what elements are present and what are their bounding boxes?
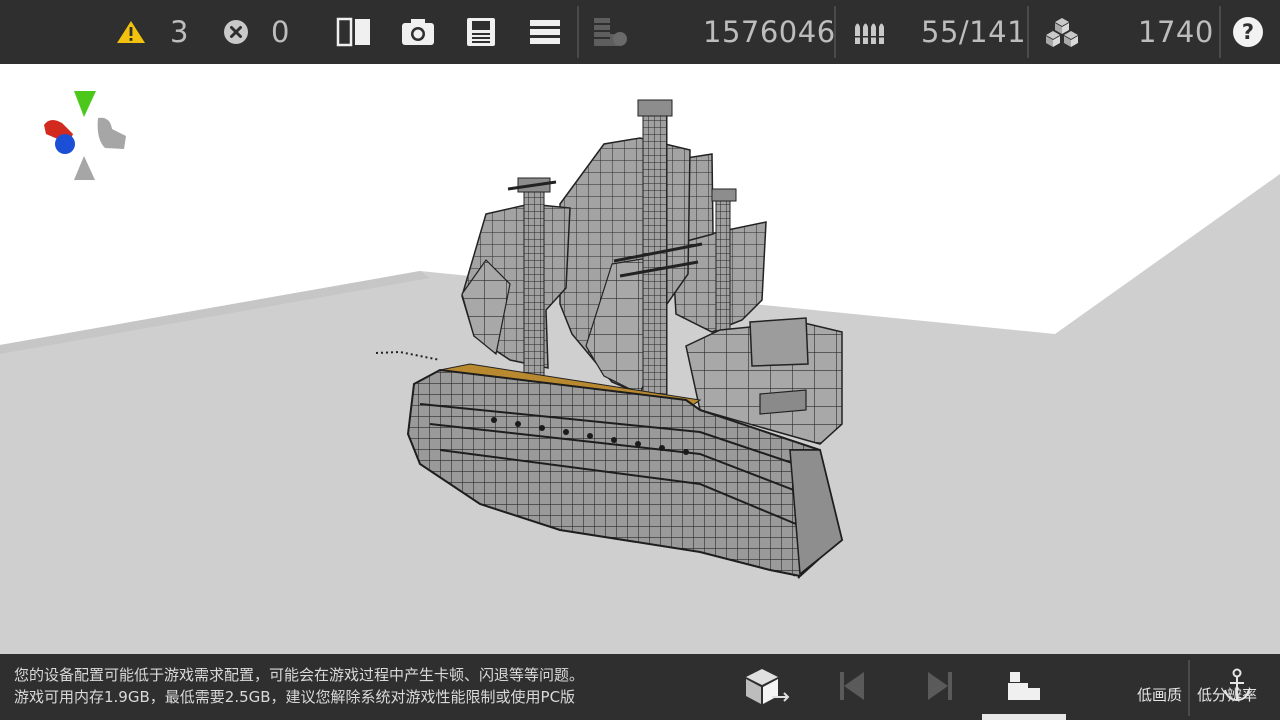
- block-cube-icon[interactable]: [744, 667, 790, 711]
- redo-icon[interactable]: [924, 670, 954, 706]
- ammo-value: 55/141: [921, 15, 1027, 49]
- scene-canvas[interactable]: [0, 64, 1280, 654]
- warning-count: 3: [170, 15, 189, 49]
- undo-icon[interactable]: [838, 670, 868, 706]
- anchor-icon[interactable]: [1222, 668, 1252, 708]
- weight-value: 1576046: [703, 15, 836, 49]
- menu-icon[interactable]: [529, 0, 561, 64]
- performance-warning: 您的设备配置可能低于游戏需求配置，可能会在游戏过程中产生卡顿、闪退等等问题。 游…: [14, 664, 584, 708]
- camera-icon[interactable]: [400, 0, 436, 64]
- performance-warning-line-1: 您的设备配置可能低于游戏需求配置，可能会在游戏过程中产生卡顿、闪退等等问题。: [14, 666, 585, 684]
- help-button[interactable]: ?: [1232, 0, 1264, 64]
- top-toolbar: 3 0 1576046 55/141 1740 ?: [0, 0, 1280, 64]
- ammo-icon: [852, 0, 886, 64]
- toolbar-divider: [1188, 660, 1190, 716]
- warning-triangle-icon[interactable]: [116, 0, 146, 64]
- toolbar-divider: [577, 6, 579, 58]
- low-quality-toggle[interactable]: 低画质: [1137, 684, 1182, 705]
- game-editor-screen: 3 0 1576046 55/141 1740 ? 您的设备配置可能低于游戏需求…: [0, 0, 1280, 720]
- weight-stack-icon: [592, 0, 630, 64]
- axis-z-icon[interactable]: [55, 134, 75, 154]
- toolbar-divider: [1219, 6, 1221, 58]
- help-icon: ?: [1242, 20, 1254, 44]
- build-mode-icon[interactable]: [1006, 670, 1042, 706]
- blocks-cluster-icon: [1044, 0, 1080, 64]
- toolbar-divider: [834, 6, 836, 58]
- error-circle-x-icon[interactable]: [223, 0, 249, 64]
- blocks-value: 1740: [1138, 15, 1214, 49]
- 3d-viewport[interactable]: [0, 64, 1280, 654]
- error-count: 0: [271, 15, 290, 49]
- split-view-icon[interactable]: [336, 0, 372, 64]
- performance-warning-line-2: 游戏可用内存1.9GB，最低需要2.5GB，建议您解除系统对游戏性能限制或使用P…: [14, 688, 576, 706]
- save-icon[interactable]: [465, 0, 497, 64]
- active-tab-indicator: [982, 714, 1066, 720]
- toolbar-divider: [1027, 6, 1029, 58]
